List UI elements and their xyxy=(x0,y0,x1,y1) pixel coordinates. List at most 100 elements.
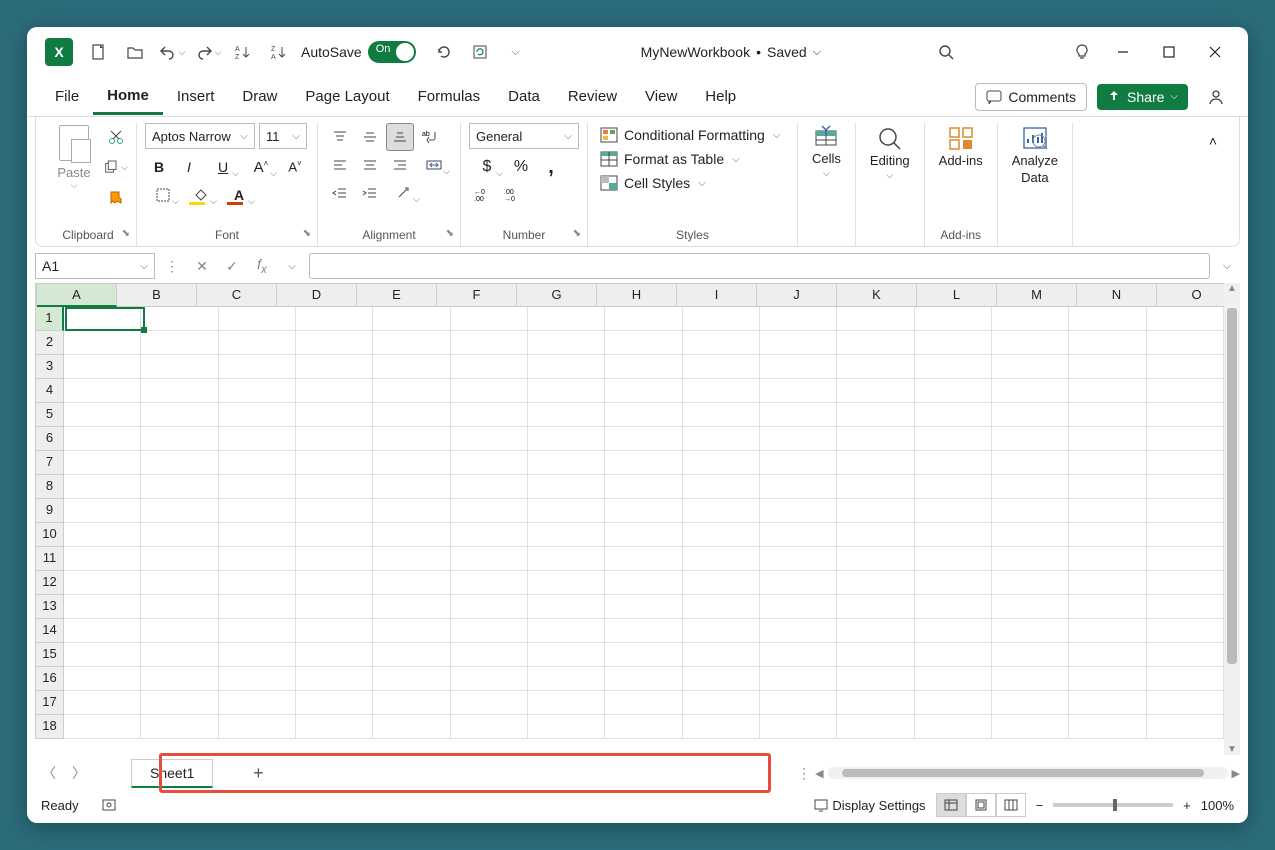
cell[interactable] xyxy=(837,427,914,451)
column-header[interactable]: K xyxy=(837,283,917,307)
name-box[interactable]: A1⌵ xyxy=(35,253,155,279)
cell[interactable] xyxy=(528,547,605,571)
page-break-view-icon[interactable] xyxy=(996,793,1026,817)
cell[interactable] xyxy=(760,619,837,643)
cell[interactable] xyxy=(373,571,450,595)
cell[interactable] xyxy=(373,595,450,619)
cell[interactable] xyxy=(683,691,760,715)
cell[interactable] xyxy=(296,643,373,667)
cell[interactable] xyxy=(915,307,992,331)
cell[interactable] xyxy=(915,451,992,475)
wrap-text-icon[interactable]: ab xyxy=(416,123,444,151)
cell[interactable] xyxy=(992,595,1069,619)
zoom-out-icon[interactable]: − xyxy=(1036,798,1044,813)
row-header[interactable]: 15 xyxy=(35,643,64,667)
cell[interactable] xyxy=(296,547,373,571)
cell[interactable] xyxy=(528,355,605,379)
cell[interactable] xyxy=(141,403,218,427)
cell[interactable] xyxy=(683,523,760,547)
addins-button[interactable]: Add-ins xyxy=(933,123,989,170)
cell[interactable] xyxy=(837,403,914,427)
font-color-icon[interactable]: A xyxy=(221,181,257,209)
next-sheet-icon[interactable]: 〉 xyxy=(65,759,93,787)
cell[interactable] xyxy=(1069,619,1146,643)
cut-icon[interactable] xyxy=(104,125,128,149)
cell[interactable] xyxy=(837,355,914,379)
copy-icon[interactable]: ⌵ xyxy=(104,155,128,179)
cell[interactable] xyxy=(992,403,1069,427)
cell[interactable] xyxy=(683,307,760,331)
cell[interactable] xyxy=(683,379,760,403)
cell[interactable] xyxy=(1069,379,1146,403)
cell[interactable] xyxy=(451,307,528,331)
row-header[interactable]: 18 xyxy=(35,715,64,739)
cell[interactable] xyxy=(992,571,1069,595)
cell[interactable] xyxy=(760,451,837,475)
cell[interactable] xyxy=(605,715,682,739)
cell[interactable] xyxy=(1069,403,1146,427)
increase-font-icon[interactable]: A˄ xyxy=(243,153,279,181)
display-settings-button[interactable]: Display Settings xyxy=(814,798,925,813)
align-bottom-icon[interactable] xyxy=(386,123,414,151)
cell[interactable] xyxy=(605,403,682,427)
cell[interactable] xyxy=(219,475,296,499)
cell[interactable] xyxy=(760,523,837,547)
cell[interactable] xyxy=(451,619,528,643)
tab-page-layout[interactable]: Page Layout xyxy=(291,80,403,113)
cell[interactable] xyxy=(141,475,218,499)
cell[interactable] xyxy=(992,523,1069,547)
cell[interactable] xyxy=(1147,715,1224,739)
cell[interactable] xyxy=(683,403,760,427)
cell[interactable] xyxy=(451,427,528,451)
add-sheet-button[interactable]: + xyxy=(243,763,273,784)
cell[interactable] xyxy=(837,379,914,403)
cell[interactable] xyxy=(64,355,141,379)
row-header[interactable]: 16 xyxy=(35,667,64,691)
cell[interactable] xyxy=(141,427,218,451)
bold-button[interactable]: B xyxy=(145,153,173,181)
cell[interactable] xyxy=(451,331,528,355)
alignment-launcher-icon[interactable]: ⬊ xyxy=(446,228,454,239)
cell[interactable] xyxy=(64,499,141,523)
cell[interactable] xyxy=(373,451,450,475)
cell[interactable] xyxy=(296,523,373,547)
cell[interactable] xyxy=(219,355,296,379)
cell[interactable] xyxy=(837,643,914,667)
cell[interactable] xyxy=(915,475,992,499)
fx-dropdown-icon[interactable]: ⌵ xyxy=(279,253,305,279)
maximize-button[interactable] xyxy=(1146,34,1192,70)
italic-button[interactable]: I xyxy=(175,153,203,181)
cell[interactable] xyxy=(219,403,296,427)
row-header[interactable]: 1 xyxy=(35,307,64,331)
cell[interactable] xyxy=(1147,499,1224,523)
cell[interactable] xyxy=(915,691,992,715)
cell[interactable] xyxy=(1147,355,1224,379)
cell[interactable] xyxy=(760,499,837,523)
decrease-font-icon[interactable]: A˅ xyxy=(281,153,309,181)
paste-icon[interactable] xyxy=(59,125,89,161)
cell[interactable] xyxy=(605,619,682,643)
cell[interactable] xyxy=(683,499,760,523)
zoom-in-icon[interactable]: + xyxy=(1183,798,1191,813)
undo-icon[interactable]: ⌵ xyxy=(153,34,189,70)
new-file-icon[interactable] xyxy=(81,34,117,70)
tab-data[interactable]: Data xyxy=(494,80,554,113)
cell[interactable] xyxy=(373,379,450,403)
cell[interactable] xyxy=(528,403,605,427)
cell[interactable] xyxy=(760,715,837,739)
accessibility-icon[interactable] xyxy=(91,787,127,823)
cell[interactable] xyxy=(296,715,373,739)
cell[interactable] xyxy=(1069,451,1146,475)
cell[interactable] xyxy=(1147,691,1224,715)
cell[interactable] xyxy=(683,475,760,499)
tab-insert[interactable]: Insert xyxy=(163,80,229,113)
cell[interactable] xyxy=(683,547,760,571)
row-header[interactable]: 7 xyxy=(35,451,64,475)
sheet-tab-sheet1[interactable]: Sheet1 xyxy=(131,759,213,788)
search-icon[interactable] xyxy=(928,34,964,70)
cell[interactable] xyxy=(1147,643,1224,667)
cell[interactable] xyxy=(683,643,760,667)
cell[interactable] xyxy=(683,331,760,355)
cell[interactable] xyxy=(992,307,1069,331)
column-header[interactable]: E xyxy=(357,283,437,307)
